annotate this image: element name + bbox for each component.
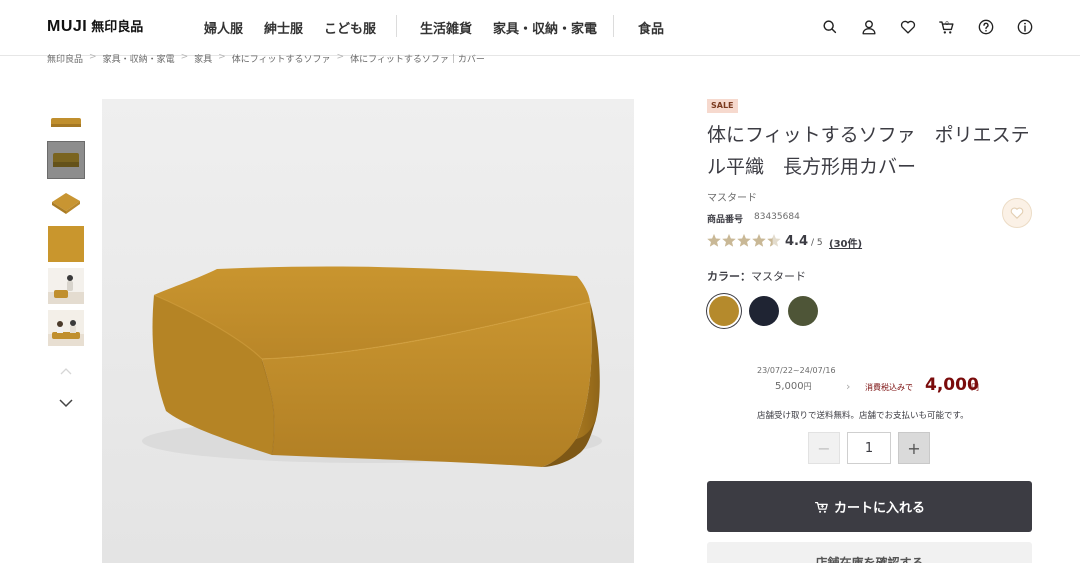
site-header: MUJI 無印良品 婦人服 紳士服 こども服 生活雑貨 家具・収納・家電 食品 … (0, 0, 1080, 56)
user-icon[interactable] (859, 17, 879, 37)
price-arrow-icon: › (846, 380, 851, 393)
nav-men[interactable]: 紳士服 (264, 18, 303, 37)
cart-icon[interactable]: 0 (937, 17, 957, 37)
tax-included-label: 消費税込みで (865, 383, 913, 392)
color-value: マスタード (751, 270, 806, 283)
rating-star-filled (737, 234, 751, 247)
nav-furniture[interactable]: 家具・収納・家電 (493, 18, 597, 37)
review-count-link[interactable]: (30件) (829, 235, 862, 250)
thumbnail-image[interactable] (48, 106, 84, 142)
rating-star-filled (752, 234, 766, 247)
color-swatch-mustard[interactable] (709, 296, 739, 326)
breadcrumb: 無印良品 > 家具・収納・家電 > 家具 > 体にフィットするソファ > 体にフ… (47, 52, 485, 66)
color-label: カラー： (707, 270, 751, 283)
sale-period: 23/07/22~24/07/16 (757, 366, 836, 375)
breadcrumb-separator: > (180, 52, 189, 62)
muji-logo[interactable]: MUJI 無印良品 (47, 16, 143, 38)
rating-star-filled (722, 234, 736, 247)
sale-price-yen: 円 (971, 383, 979, 392)
cart-plus-icon (814, 501, 828, 513)
nav-divider (396, 15, 397, 37)
breadcrumb-item[interactable]: 体にフィットするソファ (232, 52, 331, 66)
original-price: 5,000円 (775, 381, 812, 392)
product-code-value: 83435684 (754, 212, 800, 222)
nav-kids[interactable]: こども服 (324, 18, 376, 37)
color-swatch-khaki[interactable] (788, 296, 818, 326)
thumbnail-image[interactable] (48, 268, 84, 304)
search-icon[interactable] (820, 17, 840, 37)
thumbnail-fabric-swatch[interactable] (48, 226, 84, 262)
help-icon[interactable] (976, 17, 996, 37)
thumbnail-scroll-down-icon[interactable] (58, 395, 74, 411)
rating-value: 4.4 (785, 234, 809, 249)
info-icon[interactable] (1015, 17, 1035, 37)
color-swatch-navy[interactable] (749, 296, 779, 326)
sale-badge: SALE (707, 99, 738, 113)
quantity-input[interactable]: 1 (847, 432, 891, 464)
product-code-label: 商品番号 (707, 215, 744, 225)
breadcrumb-item[interactable]: 家具・収納・家電 (103, 52, 175, 66)
breadcrumb-separator: > (89, 52, 97, 62)
thumbnail-image[interactable] (48, 310, 84, 346)
thumbnail-image-selected[interactable] (47, 141, 85, 179)
rating-max: / 5 (811, 238, 823, 248)
favorite-button[interactable] (1002, 198, 1032, 228)
quantity-decrease-button[interactable]: − (808, 432, 840, 464)
main-product-image[interactable] (102, 99, 634, 563)
nav-household[interactable]: 生活雑貨 (420, 18, 472, 37)
logo-text-en: MUJI (47, 18, 88, 35)
breadcrumb-separator: > (218, 52, 226, 62)
add-to-cart-button[interactable]: カートに入れる (707, 481, 1032, 532)
heart-icon (1010, 207, 1024, 219)
nav-women[interactable]: 婦人服 (204, 18, 243, 37)
logo-text-jp: 無印良品 (91, 20, 144, 35)
quantity-increase-button[interactable]: + (898, 432, 930, 464)
rating-star-filled (707, 234, 721, 247)
breadcrumb-item[interactable]: 家具 (194, 52, 212, 66)
check-store-stock-button[interactable]: 店舗在庫を確認する (707, 542, 1032, 563)
original-price-yen: 円 (803, 382, 812, 391)
add-to-cart-label: カートに入れる (833, 501, 925, 516)
breadcrumb-separator: > (336, 52, 345, 62)
thumbnail-scroll-up-icon[interactable] (58, 364, 74, 380)
product-title: 体にフィットするソファ ポリエステル平織 長方形用カバー (707, 124, 1030, 178)
thumbnail-image[interactable] (48, 184, 84, 220)
color-selector-label: カラー： マスタード (707, 268, 806, 284)
nav-food[interactable]: 食品 (638, 18, 664, 37)
check-store-stock-label: 店舗在庫を確認する (815, 556, 924, 563)
product-variant: マスタード (707, 193, 757, 204)
rating-stars (707, 234, 782, 248)
store-pickup-note: 店舗受け取りで送料無料。店舗でお支払いも可能です。 (757, 411, 969, 421)
breadcrumb-item[interactable]: 無印良品 (47, 52, 83, 66)
heart-icon[interactable] (898, 17, 918, 37)
breadcrumb-item-current: 体にフィットするソファ｜カバー (350, 55, 485, 65)
original-price-value: 5,000 (775, 381, 804, 392)
nav-divider (613, 15, 614, 37)
